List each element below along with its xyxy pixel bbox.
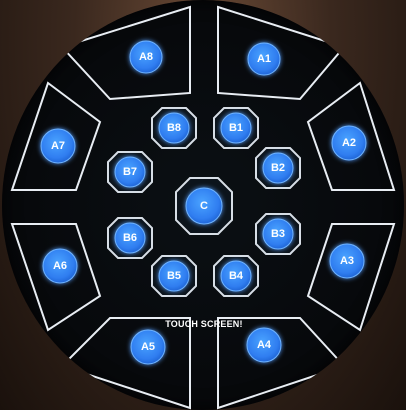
button-b7[interactable]: B7 [114,156,146,188]
button-a5-label: A5 [141,341,155,353]
button-a8-label: A8 [139,51,153,63]
button-b4[interactable]: B4 [220,260,252,292]
button-b4-label: B4 [229,270,244,282]
button-a7[interactable]: A7 [40,128,76,164]
button-b2[interactable]: B2 [262,152,294,184]
button-b6-label: B6 [123,232,137,244]
zone-a8 [60,5,191,101]
button-b5-label: B5 [167,270,181,282]
button-b5[interactable]: B5 [158,260,190,292]
button-b3-label: B3 [271,228,285,240]
button-a3[interactable]: A3 [329,243,365,279]
button-layout: A8 A1 A2 A3 A4 A5 A6 A7 B8 B1 B2 B3 B4 B… [10,5,396,410]
button-b8-label: B8 [167,122,181,134]
button-a3-label: A3 [340,255,354,267]
button-a8[interactable]: A8 [129,40,163,74]
button-a2-label: A2 [342,137,356,149]
button-b6[interactable]: B6 [114,222,146,254]
zone-a4 [217,317,346,410]
button-a6[interactable]: A6 [42,248,78,284]
button-b1[interactable]: B1 [220,112,252,144]
button-b8[interactable]: B8 [158,112,190,144]
button-a1-label: A1 [257,53,271,65]
touch-panel-display: A8 A1 A2 A3 A4 A5 A6 A7 B8 B1 B2 B3 B4 B… [0,0,406,410]
button-a4[interactable]: A4 [246,327,282,363]
button-a7-label: A7 [51,140,65,152]
button-a5[interactable]: A5 [130,329,166,365]
button-b7-label: B7 [123,166,137,178]
button-b3[interactable]: B3 [262,218,294,250]
button-c-label: C [200,200,208,212]
touch-screen-notice: TOUCH SCREEN! [165,319,242,329]
button-b1-label: B1 [229,122,243,134]
round-touch-screen: A8 A1 A2 A3 A4 A5 A6 A7 B8 B1 B2 B3 B4 B… [2,0,404,410]
button-b2-label: B2 [271,162,285,174]
button-a6-label: A6 [53,260,67,272]
button-a2[interactable]: A2 [331,125,367,161]
zone-a5 [60,317,191,410]
zone-a1 [217,5,346,101]
button-c[interactable]: C [185,187,223,225]
button-a1[interactable]: A1 [247,42,281,76]
button-a4-label: A4 [257,339,272,351]
